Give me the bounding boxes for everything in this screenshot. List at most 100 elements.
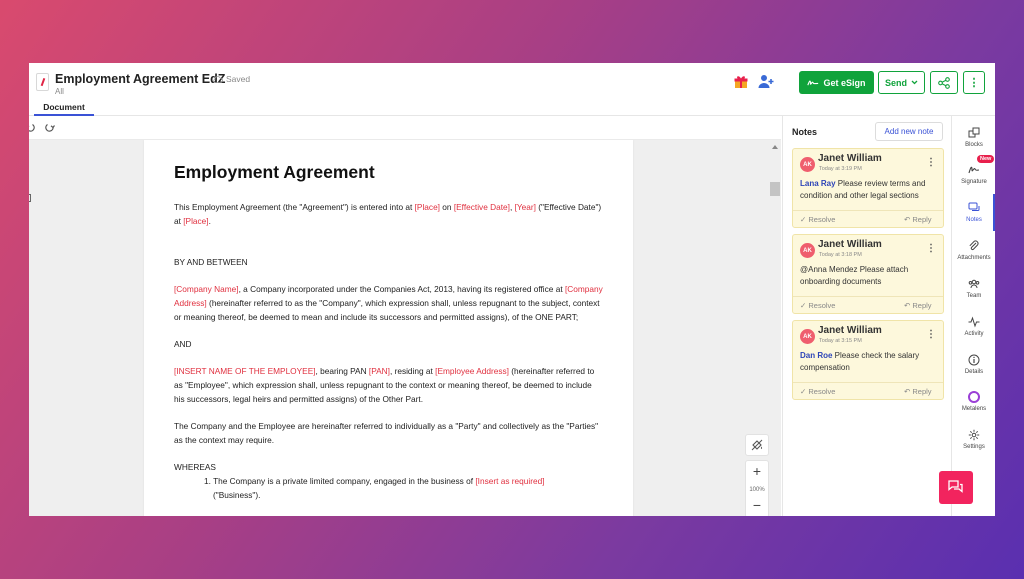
sidebar-item-attachments[interactable]: Attachments [952, 240, 995, 261]
divider [793, 382, 943, 383]
zoom-level: 100% [749, 487, 765, 493]
divider [793, 210, 943, 211]
send-button[interactable]: Send [878, 71, 925, 94]
resolve-button[interactable]: ✓ Resolve [800, 387, 835, 396]
reply-button[interactable]: ↶ Reply [904, 215, 932, 224]
undo-icon[interactable] [29, 122, 35, 132]
sidebar-item-activity[interactable]: Activity [952, 316, 995, 337]
note-menu-icon[interactable]: ⋮ [926, 157, 936, 168]
placeholder-field[interactable]: [Place] [415, 202, 440, 212]
sidebar-item-settings[interactable]: Settings [952, 429, 995, 450]
placeholder-field[interactable]: [PAN] [369, 366, 390, 376]
sidebar-item-team[interactable]: Team [952, 278, 995, 299]
mention[interactable]: Lana Ray [800, 179, 836, 188]
note-card[interactable]: AK Janet William Today at 3:15 PM ⋮ Dan … [792, 320, 944, 400]
note-text: Lana Ray Please review terms and conditi… [800, 179, 926, 200]
tab-document[interactable]: Document [34, 99, 94, 116]
redo-icon[interactable] [45, 122, 55, 132]
placeholder-field[interactable]: [INSERT NAME OF THE EMPLOYEE] [174, 366, 316, 376]
folder-label[interactable]: All [55, 87, 64, 96]
avatar: AK [800, 157, 815, 172]
sidebar-item-label: Team [966, 293, 982, 299]
between-heading[interactable]: BY AND BETWEEN [174, 255, 604, 269]
document-title[interactable]: Employment Agreement EdZ [55, 72, 225, 86]
zoom-in-button[interactable]: + [746, 463, 768, 479]
note-time: Today at 3:19 PM [819, 166, 862, 172]
format-painter-button[interactable] [745, 434, 769, 456]
send-label: Send [884, 77, 907, 88]
get-esign-button[interactable]: Get eSign [799, 71, 874, 94]
placeholder-field[interactable]: [Place] [183, 216, 208, 226]
sidebar-item-label: Signature [961, 179, 987, 185]
placeholder-field[interactable]: [Year] [515, 202, 536, 212]
zoom-out-button[interactable]: − [746, 497, 768, 513]
sidebar-item-blocks[interactable]: Blocks [952, 127, 995, 148]
sidebar-item-metalens[interactable]: Metalens [952, 391, 995, 412]
employee-paragraph[interactable]: [INSERT NAME OF THE EMPLOYEE], bearing P… [174, 364, 604, 406]
signature-icon [968, 166, 980, 174]
more-options-button[interactable]: ⋮ [963, 71, 985, 94]
gift-icon[interactable] [734, 75, 748, 89]
team-icon [968, 279, 980, 289]
paint-bucket-icon [751, 439, 763, 451]
and-heading[interactable]: AND [174, 337, 604, 351]
note-card[interactable]: AK Janet William Today at 3:19 PM ⋮ Lana… [792, 148, 944, 228]
note-text: Dan Roe Please check the salary compensa… [800, 351, 920, 372]
sidebar-item-details[interactable]: Details [952, 354, 995, 375]
document-heading: Employment Agreement [174, 162, 375, 182]
note-text: @Anna Mendez Please attach onboarding do… [800, 265, 909, 286]
note-menu-icon[interactable]: ⋮ [926, 243, 936, 254]
add-new-note-button[interactable]: Add new note [875, 122, 943, 141]
placeholder-field[interactable]: [Effective Date] [454, 202, 510, 212]
saved-label: Saved [226, 74, 251, 84]
reply-button[interactable]: ↶ Reply [904, 387, 932, 396]
editor-toolbar [29, 116, 781, 140]
resolve-button[interactable]: ✓ Resolve [800, 301, 835, 310]
note-card[interactable]: AK Janet William Today at 3:18 PM ⋮ @Ann… [792, 234, 944, 314]
sidebar-item-label: Notes [966, 217, 982, 223]
company-paragraph[interactable]: [Company Name], a Company incorporated u… [174, 282, 604, 324]
kebab-icon: ⋮ [968, 77, 980, 89]
sidebar-item-label: Details [964, 369, 984, 375]
share-icon [938, 76, 950, 89]
placeholder-field[interactable]: [Company Name] [174, 284, 239, 294]
divider [793, 296, 943, 297]
app-window: Employment Agreement EdZ All Saved Docum… [29, 63, 995, 516]
sidebar-item-label: Metalens [961, 406, 987, 412]
share-button[interactable] [930, 71, 958, 94]
top-header: Employment Agreement EdZ All Saved Docum… [29, 63, 995, 116]
document-page[interactable]: Employment Agreement This Employment Agr… [144, 140, 633, 516]
document-canvas[interactable]: Employment Agreement This Employment Agr… [29, 140, 781, 516]
note-author: Janet William [818, 325, 882, 336]
intro-paragraph[interactable]: This Employment Agreement (the "Agreemen… [174, 200, 604, 228]
mention[interactable]: Dan Roe [800, 351, 832, 360]
scroll-up-arrow-icon[interactable] [772, 145, 778, 149]
get-esign-label: Get eSign [823, 77, 866, 88]
avatar: AK [800, 243, 815, 258]
vertical-scrollbar[interactable] [769, 140, 781, 516]
placeholder-field[interactable]: [Employee Address] [435, 366, 509, 376]
gear-icon [968, 429, 980, 441]
placeholder-field[interactable]: [Insert as required] [475, 476, 544, 486]
reply-button[interactable]: ↶ Reply [904, 301, 932, 310]
notes-panel: Notes Add new note AK Janet William Toda… [782, 116, 950, 516]
edge-marker [29, 194, 31, 202]
whereas-heading[interactable]: WHEREAS [174, 460, 604, 474]
metalens-icon [968, 391, 980, 403]
list-item[interactable]: 1. The Company is a private limited comp… [174, 474, 604, 488]
signature-icon [807, 80, 819, 85]
sidebar-item-signature[interactable]: Signature [952, 164, 995, 185]
cloud-icon [213, 75, 223, 83]
document-content: Employment Agreement This Employment Agr… [174, 162, 604, 502]
blocks-icon [968, 127, 980, 138]
resolve-button[interactable]: ✓ Resolve [800, 215, 835, 224]
add-user-icon[interactable] [758, 74, 774, 89]
parties-paragraph[interactable]: The Company and the Employee are hereina… [174, 419, 604, 447]
scroll-thumb[interactable] [770, 182, 780, 196]
note-menu-icon[interactable]: ⋮ [926, 329, 936, 340]
list-item-continuation[interactable]: ("Business"). [174, 488, 604, 502]
chat-icon [948, 480, 963, 493]
activity-icon [968, 316, 980, 328]
chat-button[interactable] [939, 471, 973, 504]
sidebar-item-notes[interactable]: Notes [952, 202, 995, 223]
